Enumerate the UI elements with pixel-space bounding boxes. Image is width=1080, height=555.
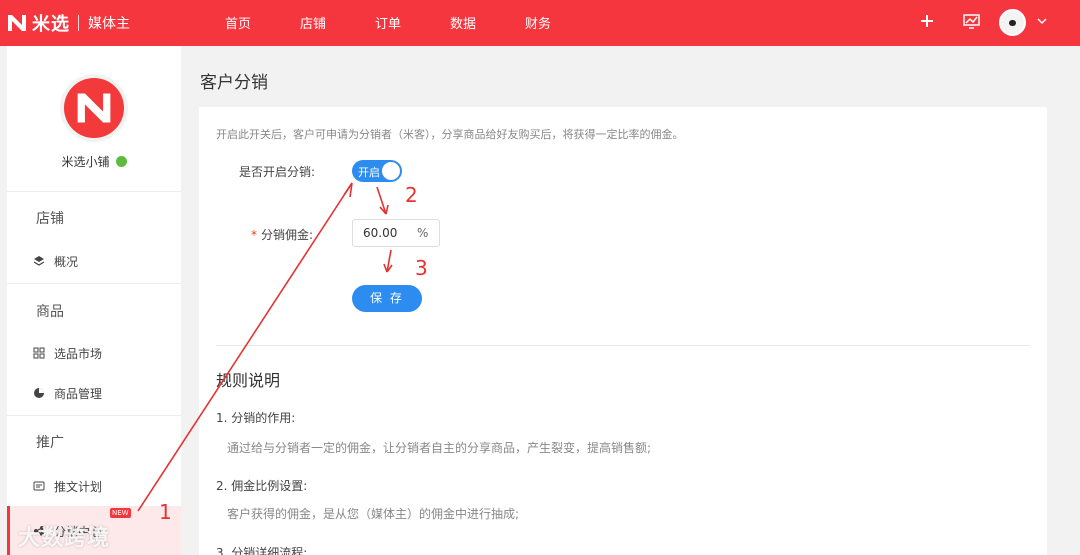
sidebar-section-shop: 店铺 <box>36 211 64 227</box>
nav-shop[interactable]: 店铺 <box>300 13 326 32</box>
shop-name: 米选小铺 <box>61 155 110 169</box>
rule-text: 通过给与分销者一定的佣金，让分销者自主的分享商品，产生裂变，提高销售额; <box>227 441 652 455</box>
annotation-label-1: 1 <box>159 500 172 524</box>
chart-icon[interactable] <box>960 10 982 32</box>
toggle-text: 开启 <box>358 166 380 179</box>
pie-icon <box>34 388 44 398</box>
rule-heading: 3. 分销详细流程: <box>216 546 308 555</box>
logo-subtitle: 媒体主 <box>88 16 130 32</box>
nav-finance[interactable]: 财务 <box>525 13 551 32</box>
shop-logo <box>60 74 128 142</box>
required-mark: * <box>251 228 257 242</box>
commission-value: 60.00 <box>363 226 398 240</box>
nav-home[interactable]: 首页 <box>225 13 251 32</box>
sidebar-section-goods: 商品 <box>36 304 64 320</box>
commission-input[interactable]: 60.00 % <box>352 219 440 247</box>
switch-label: 是否开启分销: <box>239 165 316 179</box>
save-button[interactable]: 保 存 <box>352 285 422 312</box>
logo-text: 米选 <box>32 14 70 35</box>
shop-name-row: 米选小铺 <box>7 153 181 170</box>
shield-icon <box>115 156 127 167</box>
annotation-label-2: 2 <box>405 183 418 207</box>
logo-n-icon <box>8 15 26 31</box>
sidebar-section-promo: 推广 <box>36 435 64 451</box>
commission-unit: % <box>417 226 429 240</box>
user-avatar[interactable] <box>999 9 1026 36</box>
commission-label-row: * 分销佣金: <box>251 226 313 243</box>
rule-heading: 1. 分销的作用: <box>216 411 296 425</box>
watermark: 大数跨境 <box>18 526 111 551</box>
chevron-down-icon[interactable] <box>1035 14 1049 28</box>
nav-orders[interactable]: 订单 <box>375 13 401 32</box>
nav-data[interactable]: 数据 <box>450 13 476 32</box>
plus-icon[interactable] <box>916 10 938 32</box>
sidebar-item-overview[interactable]: 概况 <box>33 251 78 271</box>
distribution-toggle[interactable]: 开启 <box>352 160 402 182</box>
annotation-label-3: 3 <box>415 256 428 280</box>
rule-heading: 2. 佣金比例设置: <box>216 479 308 493</box>
toggle-knob <box>382 162 400 180</box>
sidebar-item-goods-manage[interactable]: 商品管理 <box>33 383 102 403</box>
feature-description: 开启此开关后，客户可申请为分销者（米客），分享商品给好友购买后，将获得一定比率的… <box>216 128 684 141</box>
sidebar-item-post-plan[interactable]: 推文计划 <box>33 476 102 496</box>
commission-label: 分销佣金: <box>261 228 314 242</box>
sidebar-item-market[interactable]: 选品市场 <box>33 343 102 363</box>
page-title: 客户分销 <box>200 73 268 93</box>
brand-logo[interactable]: 米选 媒体主 <box>6 10 130 36</box>
new-badge: NEW <box>110 508 131 518</box>
divider <box>216 345 1030 346</box>
top-bar: 米选 媒体主 首页 店铺 订单 数据 财务 <box>0 0 1080 46</box>
rules-title: 规则说明 <box>216 371 281 390</box>
layers-icon <box>33 256 45 266</box>
shop-logo-n-icon <box>77 93 111 123</box>
message-icon <box>33 481 45 491</box>
grid-icon <box>33 347 45 359</box>
settings-card: 开启此开关后，客户可申请为分销者（米客），分享商品给好友购买后，将获得一定比率的… <box>199 107 1047 555</box>
sidebar: 米选小铺 店铺 概况 商品 选品市场 商品管理 推广 推文计划 分销中心 NEW <box>7 46 181 555</box>
logo-divider <box>78 15 79 31</box>
rule-text: 客户获得的佣金，是从您（媒体主）的佣金中进行抽成; <box>227 507 520 521</box>
